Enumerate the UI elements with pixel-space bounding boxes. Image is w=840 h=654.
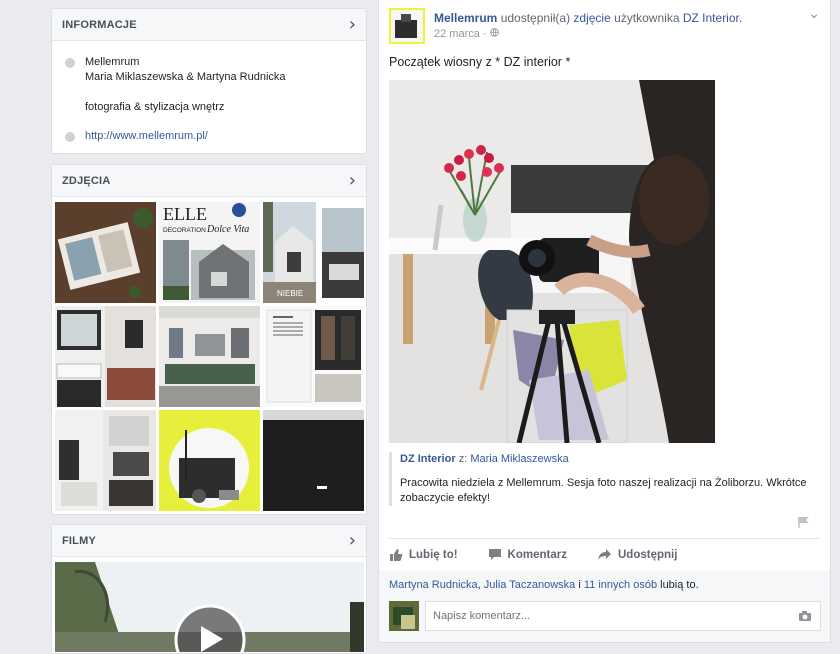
post-header: Mellemrum udostępnił(a) zdjęcie użytkown… (434, 10, 804, 26)
info-about-row: Mellemrum Maria Miklaszewska & Martyna R… (52, 55, 366, 115)
photo-thumbnail[interactable] (159, 306, 260, 407)
photo-thumbnail[interactable] (263, 410, 364, 511)
videos-card-title: FILMY (62, 534, 96, 547)
post-feedback: Martyna Rudnicka, Julia Taczanowska i 11… (378, 571, 831, 643)
comment-icon (488, 549, 501, 560)
attribution-block: DZ Interior z: Maria Miklaszewska Pracow… (389, 452, 819, 506)
elle-dolce: Dolce Vita (206, 224, 249, 235)
like-button[interactable]: Lubię to! (389, 548, 458, 562)
photo-thumbnail[interactable] (55, 306, 156, 407)
video-thumbnail[interactable] (55, 562, 364, 652)
camera-icon[interactable] (798, 610, 812, 625)
comment-input-box[interactable] (425, 601, 821, 631)
like-label: Lubię to! (409, 548, 458, 561)
niebie-label: NIEBIE (277, 289, 303, 298)
likes-suffix: lubią to. (660, 579, 699, 591)
info-authors: Maria Miklaszewska & Martyna Rudnicka (85, 71, 286, 83)
videos-card-header[interactable]: FILMY › (52, 525, 366, 557)
comment-label: Komentarz (507, 548, 567, 561)
elle-subtitle: DECORATION (163, 227, 206, 234)
videos-card: FILMY › (51, 524, 367, 654)
likes-summary: Martyna Rudnicka, Julia Taczanowska i 11… (389, 579, 699, 591)
liker-link[interactable]: Julia Taczanowska (484, 579, 576, 591)
photo-thumbnail[interactable]: NIEBIE (263, 202, 316, 303)
chevron-right-icon[interactable]: › (349, 15, 356, 34)
globe-icon (489, 28, 499, 40)
shared-photo-link[interactable]: zdjęcie (573, 11, 610, 25)
flag-icon[interactable] (798, 516, 810, 531)
author-avatar[interactable] (389, 8, 425, 44)
post-actions-bar: Lubię to! Komentarz Udostępnij (389, 538, 820, 570)
info-page-name: Mellemrum (85, 56, 140, 68)
post-of-text: użytkownika (614, 11, 680, 25)
globe-icon (65, 132, 75, 142)
info-website-row: http://www.mellemrum.pl/ (52, 129, 366, 144)
info-card: INFORMACJE › Mellemrum Maria Miklaszewsk… (51, 8, 367, 154)
photos-card-title: ZDJĘCIA (62, 174, 111, 187)
photo-thumbnail[interactable] (159, 410, 260, 511)
comment-button[interactable]: Komentarz (488, 548, 567, 561)
post-photo[interactable] (389, 80, 715, 443)
post-action-text: udostępnił(a) (500, 11, 571, 25)
likes-separator: , (477, 579, 481, 591)
photos-card: ZDJĘCIA › ELLE DECORATION Dolce Vita NIE… (51, 164, 367, 515)
photo-thumbnail[interactable] (55, 202, 156, 303)
post-author-link[interactable]: Mellemrum (434, 11, 497, 25)
attribution-text: Pracowita niedziela z Mellemrum. Sesja f… (400, 477, 807, 504)
photos-card-header[interactable]: ZDJĘCIA › (52, 165, 366, 197)
info-card-title: INFORMACJE (62, 18, 137, 31)
attribution-user-link[interactable]: Maria Miklaszewska (470, 453, 568, 465)
attribution-page-link[interactable]: DZ Interior (400, 453, 456, 465)
photo-thumbnail[interactable] (319, 202, 364, 303)
attribution-by: z: (458, 453, 468, 465)
info-card-header[interactable]: INFORMACJE › (52, 9, 366, 41)
info-icon (65, 58, 75, 68)
post-card: Mellemrum udostępnił(a) zdjęcie użytkown… (378, 0, 831, 572)
chevron-right-icon[interactable]: › (349, 531, 356, 550)
info-description: fotografia & stylizacja wnętrz (85, 101, 225, 113)
post-timestamp-row: 22 marca · (434, 28, 499, 40)
post-message: Początek wiosny z * DZ interior * (389, 55, 571, 69)
share-button[interactable]: Udostępnij (597, 548, 677, 561)
photo-thumbnail[interactable] (263, 306, 364, 407)
post-date-separator: · (482, 28, 487, 40)
comment-input[interactable] (431, 603, 781, 629)
thumbs-up-icon (390, 548, 403, 561)
elle-title: ELLE (163, 204, 207, 224)
likes-and: i (578, 579, 581, 591)
photo-thumbnail[interactable] (55, 410, 156, 511)
share-icon (597, 549, 611, 560)
website-link[interactable]: http://www.mellemrum.pl/ (85, 129, 208, 144)
chevron-down-icon[interactable]: ⌄ (808, 6, 820, 22)
post-date[interactable]: 22 marca (434, 28, 480, 40)
attribution-header: DZ Interior z: Maria Miklaszewska (400, 452, 819, 466)
chevron-right-icon[interactable]: › (349, 171, 356, 190)
avatar (389, 601, 419, 631)
photo-thumbnail[interactable]: ELLE DECORATION Dolce Vita (159, 202, 260, 303)
share-label: Udostępnij (617, 548, 678, 561)
others-link[interactable]: 11 innych osób (584, 579, 657, 591)
source-page-link[interactable]: DZ Interior. (683, 11, 742, 25)
liker-link[interactable]: Martyna Rudnicka (389, 579, 478, 591)
